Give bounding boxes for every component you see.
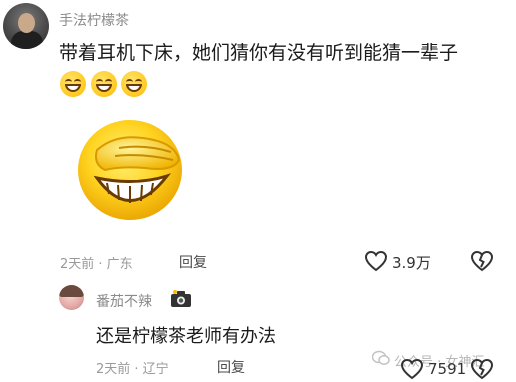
dislike-broken-heart-icon[interactable]: [470, 250, 494, 272]
reply-time-location: 2天前 · 辽宁: [96, 362, 169, 377]
reply-reply-button[interactable]: 回复: [217, 357, 245, 377]
grinning-face-emoji: [60, 71, 86, 97]
reply-like-heart-icon[interactable]: [400, 358, 424, 380]
like-heart-icon[interactable]: [364, 250, 388, 272]
comment-time-location: 2天前 · 广东: [60, 257, 133, 272]
grinning-face-emoji: [121, 71, 147, 97]
reply-dislike-broken-heart-icon[interactable]: [470, 358, 494, 380]
reply-like-count: 7591: [428, 360, 467, 378]
camera-icon: [171, 290, 191, 307]
reply-username[interactable]: 番茄不辣: [96, 291, 152, 311]
commenter-avatar[interactable]: [3, 3, 49, 49]
reply-avatar[interactable]: [59, 285, 84, 310]
commenter-username[interactable]: 手法柠檬茶: [59, 10, 129, 30]
comment-text: 带着耳机下床，她们猜你有没有听到能猜一辈子: [59, 42, 459, 64]
laughing-face-sticker[interactable]: [75, 112, 185, 222]
like-count: 3.9万: [392, 254, 431, 272]
reply-button[interactable]: 回复: [179, 252, 207, 272]
wechat-icon: [372, 350, 390, 365]
reply-text: 还是柠檬茶老师有办法: [96, 326, 276, 347]
grinning-face-emoji: [91, 71, 117, 97]
